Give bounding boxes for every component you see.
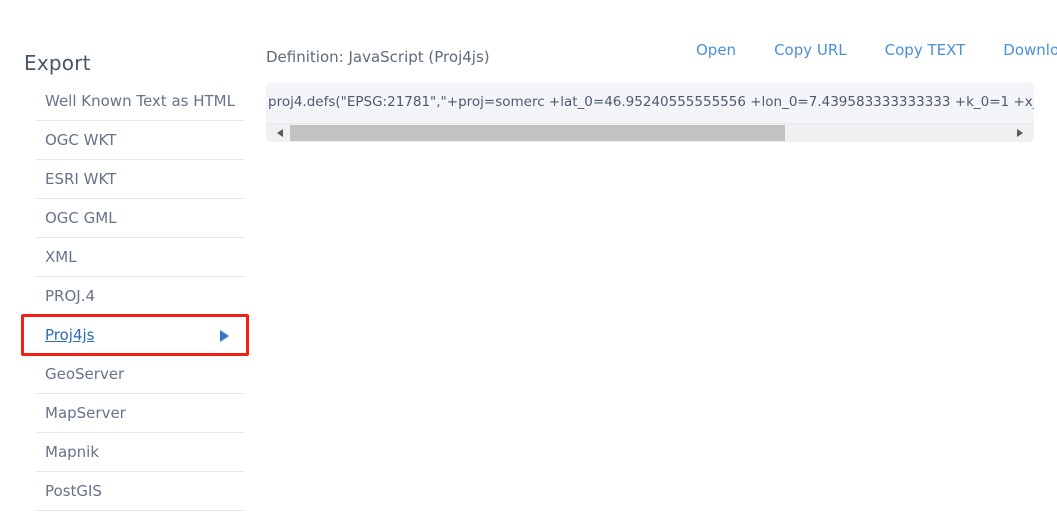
horizontal-scroll-thumb[interactable] xyxy=(290,125,785,141)
sidebar-item-label: PROJ.4 xyxy=(45,287,96,305)
sidebar-item-mapnik[interactable]: Mapnik xyxy=(36,433,245,472)
sidebar-item-label: PostGIS xyxy=(45,482,102,500)
open-link[interactable]: Open xyxy=(696,41,736,59)
chevron-right-icon xyxy=(220,329,229,342)
definition-code-text[interactable]: proj4.defs("EPSG:21781","+proj=somerc +l… xyxy=(266,82,1034,122)
sidebar-item-proj-4[interactable]: PROJ.4 xyxy=(36,277,245,316)
sidebar-item-label: OGC GML xyxy=(45,209,117,227)
definition-label: Definition: JavaScript (Proj4js) xyxy=(266,48,490,66)
copy-text-link[interactable]: Copy TEXT xyxy=(885,41,966,59)
sidebar-item-postgis[interactable]: PostGIS xyxy=(36,472,245,511)
sidebar-item-geoserver[interactable]: GeoServer xyxy=(36,355,245,394)
export-sidebar: Export Well Known Text as HTML OGC WKT ESR… xyxy=(0,0,260,514)
sidebar-item-label: GeoServer xyxy=(45,365,125,383)
export-format-list: Well Known Text as HTML OGC WKT ESRI WKT OG… xyxy=(36,82,245,511)
sidebar-item-mapserver[interactable]: MapServer xyxy=(36,394,245,433)
horizontal-scrollbar[interactable] xyxy=(266,123,1034,142)
sidebar-item-xml[interactable]: XML xyxy=(36,238,245,277)
sidebar-item-label: Mapnik xyxy=(45,443,100,461)
copy-url-link[interactable]: Copy URL xyxy=(774,41,847,59)
definition-panel: Definition: JavaScript (Proj4js) Open Cop… xyxy=(266,0,1057,514)
sidebar-item-label: MapServer xyxy=(45,404,126,422)
scroll-right-button[interactable] xyxy=(1011,124,1028,142)
triangle-right-icon xyxy=(1016,129,1023,137)
page-title: Export xyxy=(24,51,91,75)
sidebar-item-label: ESRI WKT xyxy=(45,170,117,188)
sidebar-item-label: XML xyxy=(45,248,77,266)
action-link-group: Open Copy URL Copy TEXT Download xyxy=(696,41,1057,59)
triangle-left-icon xyxy=(276,129,283,137)
definition-code-box[interactable]: proj4.defs("EPSG:21781","+proj=somerc +l… xyxy=(266,82,1034,142)
sidebar-item-label: Well Known Text as HTML xyxy=(45,92,235,110)
sidebar-item-esri-wkt[interactable]: ESRI WKT xyxy=(36,160,245,199)
sidebar-item-well-known-text-as-html[interactable]: Well Known Text as HTML xyxy=(36,82,245,121)
sidebar-item-ogc-wkt[interactable]: OGC WKT xyxy=(36,121,245,160)
sidebar-item-ogc-gml[interactable]: OGC GML xyxy=(36,199,245,238)
sidebar-item-label: OGC WKT xyxy=(45,131,117,149)
download-link[interactable]: Download xyxy=(1003,41,1057,59)
scroll-left-button[interactable] xyxy=(271,124,288,142)
sidebar-item-proj4js[interactable]: Proj4js xyxy=(36,316,245,355)
sidebar-item-label: Proj4js xyxy=(45,326,95,344)
